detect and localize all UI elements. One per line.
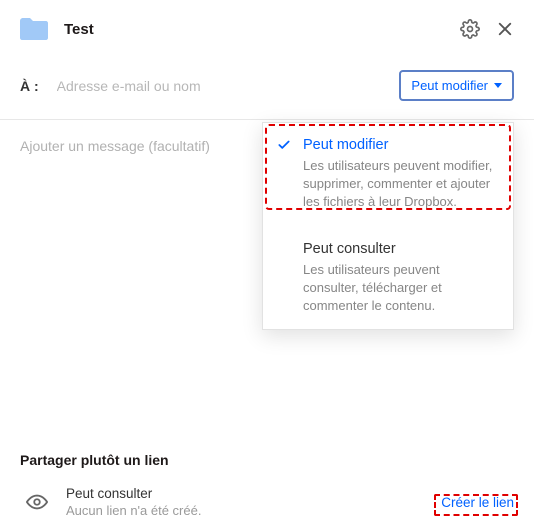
option-title: Peut consulter (303, 241, 497, 257)
link-status-label: Aucun lien n'a été créé. (66, 503, 201, 518)
folder-icon (20, 18, 48, 40)
eye-icon (26, 491, 48, 513)
permission-option-view[interactable]: Peut consulter Les utilisateurs peuvent … (263, 226, 513, 330)
permission-dropdown-button[interactable]: Peut modifier (399, 70, 514, 101)
message-input[interactable] (20, 138, 260, 154)
permission-option-edit[interactable]: Peut modifier Les utilisateurs peuvent m… (263, 123, 513, 226)
folder-title: Test (64, 21, 444, 38)
dialog-header: Test (0, 0, 534, 54)
check-icon (277, 138, 291, 157)
link-share-row: Peut consulter Aucun lien n'a été créé. … (20, 486, 514, 518)
link-share-text: Peut consulter Aucun lien n'a été créé. (66, 486, 201, 518)
link-share-heading: Partager plutôt un lien (20, 452, 514, 468)
email-input[interactable] (57, 78, 400, 94)
option-title: Peut modifier (303, 137, 497, 153)
caret-down-icon (494, 83, 502, 88)
permission-dropdown-menu: Peut modifier Les utilisateurs peuvent m… (262, 122, 514, 330)
option-desc: Les utilisateurs peuvent modifier, suppr… (303, 157, 497, 212)
close-icon[interactable] (496, 20, 514, 38)
create-link-button[interactable]: Créer le lien (441, 495, 514, 510)
to-label: À : (20, 78, 39, 94)
permission-dropdown-label: Peut modifier (411, 78, 488, 93)
gear-icon[interactable] (460, 19, 480, 39)
link-share-section: Partager plutôt un lien Peut consulter A… (0, 452, 534, 518)
link-permission-label: Peut consulter (66, 486, 201, 501)
share-to-row: À : Peut modifier (0, 54, 534, 120)
option-desc: Les utilisateurs peuvent consulter, télé… (303, 261, 497, 316)
